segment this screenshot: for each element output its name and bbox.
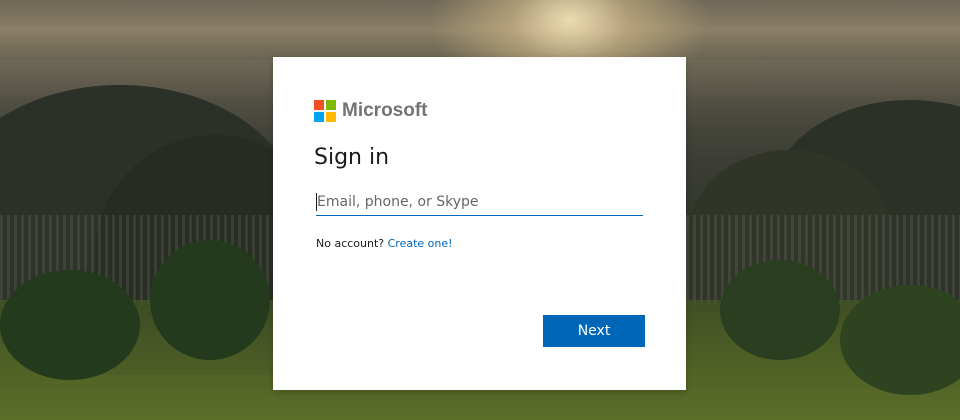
logo-square-blue — [314, 112, 324, 122]
microsoft-logo: Microsoft — [314, 99, 428, 123]
microsoft-logo-icon — [314, 100, 336, 122]
logo-square-yellow — [326, 112, 336, 122]
foreground-bush — [0, 270, 140, 380]
text-caret — [316, 193, 317, 211]
no-account-row: No account? Create one! — [316, 237, 453, 250]
logo-wordmark: Microsoft — [342, 100, 428, 121]
sign-in-card: Microsoft Sign in No account? Create one… — [273, 57, 686, 390]
next-button[interactable]: Next — [543, 315, 645, 347]
foreground-bush — [150, 240, 270, 360]
no-account-text: No account? — [316, 237, 385, 250]
page-title: Sign in — [314, 145, 390, 170]
email-field[interactable] — [316, 189, 643, 216]
create-account-link[interactable]: Create one! — [388, 237, 453, 250]
logo-square-green — [326, 100, 336, 110]
foreground-bush — [720, 260, 840, 360]
logo-square-red — [314, 100, 324, 110]
